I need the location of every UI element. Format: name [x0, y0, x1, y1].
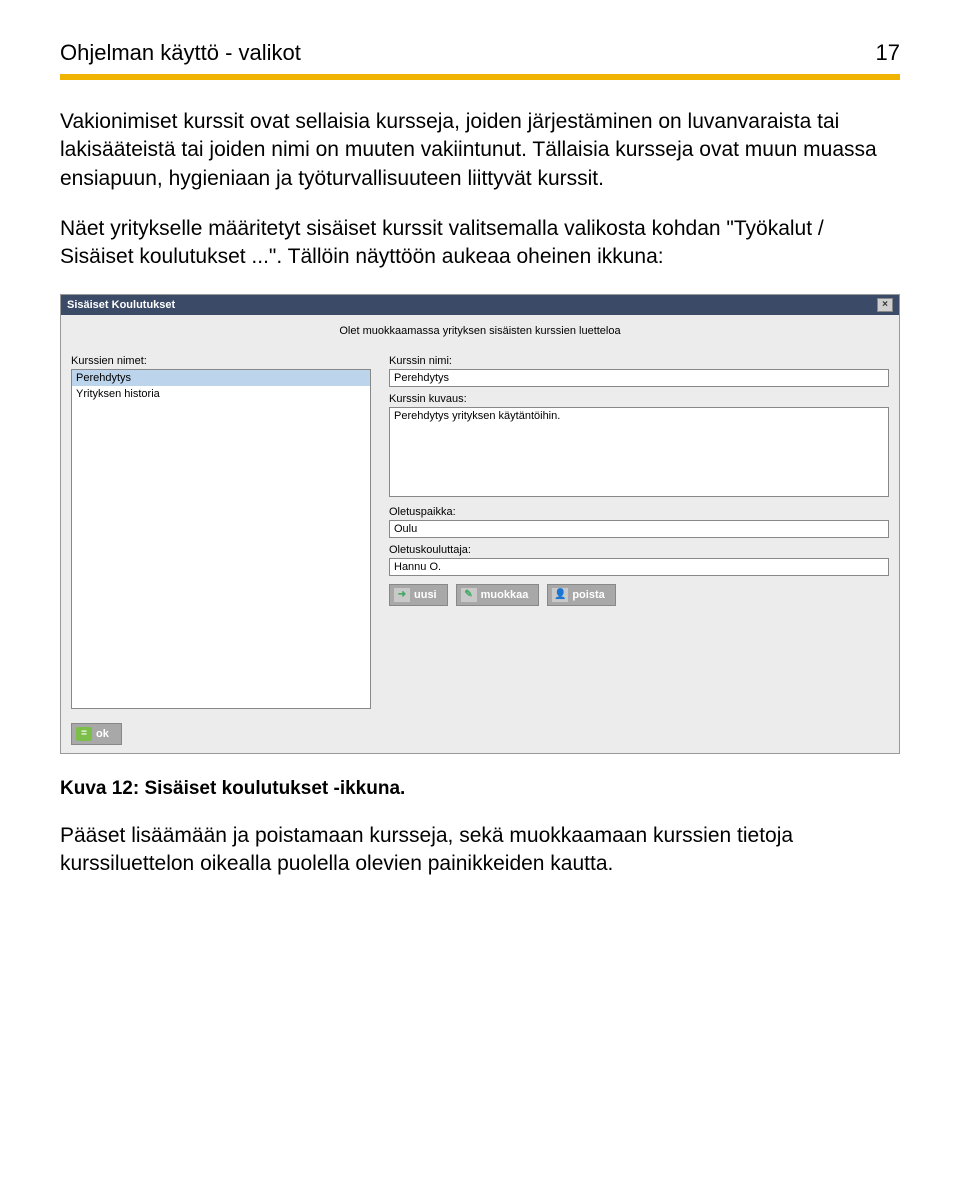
dialog-subtitle: Olet muokkaamassa yrityksen sisäisten ku…: [61, 315, 899, 349]
course-name-label: Kurssin nimi:: [389, 355, 889, 367]
ok-icon: =: [76, 727, 92, 741]
header-rule: [60, 74, 900, 80]
edit-button[interactable]: ✎ muokkaa: [456, 584, 540, 606]
course-desc-textarea[interactable]: [389, 407, 889, 497]
page-number: 17: [876, 40, 900, 66]
courses-list-label: Kurssien nimet:: [71, 355, 371, 367]
default-trainer-label: Oletuskouluttaja:: [389, 544, 889, 556]
list-item[interactable]: Yrityksen historia: [72, 386, 370, 402]
default-place-input[interactable]: [389, 520, 889, 538]
course-desc-label: Kurssin kuvaus:: [389, 393, 889, 405]
figure-caption: Kuva 12: Sisäiset koulutukset -ikkuna.: [60, 778, 900, 800]
dialog-screenshot: Sisäiset Koulutukset × Olet muokkaamassa…: [60, 294, 900, 754]
dialog-title: Sisäiset Koulutukset: [67, 299, 175, 311]
paragraph-2: Näet yritykselle määritetyt sisäiset kur…: [60, 215, 900, 272]
paragraph-1: Vakionimiset kurssit ovat sellaisia kurs…: [60, 108, 900, 193]
delete-button-label: poista: [572, 589, 604, 601]
ok-button[interactable]: = ok: [71, 723, 122, 745]
delete-icon: 👤: [552, 588, 568, 602]
delete-button[interactable]: 👤 poista: [547, 584, 615, 606]
course-name-input[interactable]: [389, 369, 889, 387]
close-icon[interactable]: ×: [877, 298, 893, 312]
add-icon: ➜: [394, 588, 410, 602]
edit-button-label: muokkaa: [481, 589, 529, 601]
new-button[interactable]: ➜ uusi: [389, 584, 448, 606]
paragraph-3: Pääset lisäämään ja poistamaan kursseja,…: [60, 822, 900, 879]
default-trainer-input[interactable]: [389, 558, 889, 576]
list-item[interactable]: Perehdytys: [72, 370, 370, 386]
dialog-titlebar: Sisäiset Koulutukset ×: [61, 295, 899, 315]
courses-list[interactable]: Perehdytys Yrityksen historia: [71, 369, 371, 709]
page-header-title: Ohjelman käyttö - valikot: [60, 40, 301, 66]
new-button-label: uusi: [414, 589, 437, 601]
default-place-label: Oletuspaikka:: [389, 506, 889, 518]
ok-button-label: ok: [96, 728, 109, 740]
edit-icon: ✎: [461, 588, 477, 602]
